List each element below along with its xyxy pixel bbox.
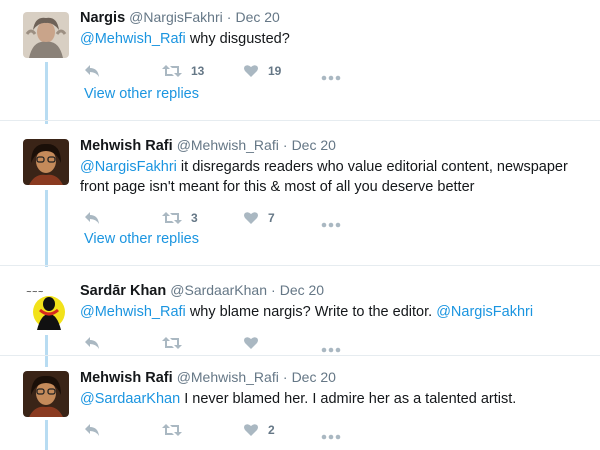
tweet-text: @NargisFakhri it disregards readers who …	[80, 157, 594, 197]
thread-line	[45, 420, 48, 450]
tweet-text-body: why disgusted?	[185, 31, 290, 47]
tweet-header: Mehwish Rafi @Mehwish_Rafi · Dec 20	[80, 368, 594, 387]
more-icon	[321, 222, 341, 228]
like-button[interactable]: 7	[243, 211, 275, 225]
tweet-actions: 2	[80, 423, 594, 443]
thread-line	[45, 190, 48, 267]
retweet-button[interactable]: 3	[162, 211, 198, 225]
conversation-thread: Nargis @NargisFakhri · Dec 20 @Mehwish_R…	[0, 0, 600, 450]
reply-button[interactable]	[84, 211, 100, 225]
divider	[0, 120, 600, 121]
like-button[interactable]: 19	[243, 64, 281, 78]
tweet-actions: 13 19	[80, 64, 594, 84]
more-icon	[321, 75, 341, 81]
retweet-button[interactable]	[162, 423, 191, 437]
more-options-button[interactable]	[321, 215, 341, 233]
user-handle[interactable]: @SardaarKhan	[170, 282, 267, 298]
avatar[interactable]	[23, 371, 69, 417]
tweet-date[interactable]: Dec 20	[292, 369, 336, 385]
reply-button[interactable]	[84, 336, 100, 350]
avatar[interactable]	[23, 12, 69, 58]
tweet-date[interactable]: Dec 20	[292, 137, 336, 153]
divider	[0, 265, 600, 266]
display-name[interactable]: Mehwish Rafi	[80, 370, 173, 386]
heart-icon	[244, 424, 258, 436]
reply-button[interactable]	[84, 64, 100, 78]
heart-icon	[244, 65, 258, 77]
mention-link[interactable]: @Mehwish_Rafi	[80, 304, 186, 320]
thread-line	[45, 335, 48, 367]
retweet-icon	[162, 212, 182, 224]
mention-link[interactable]: @NargisFakhri	[436, 304, 533, 320]
like-button[interactable]	[243, 336, 268, 350]
divider	[0, 355, 600, 356]
mention-link[interactable]: @Mehwish_Rafi	[80, 31, 186, 47]
mention-link[interactable]: @NargisFakhri	[80, 159, 177, 175]
like-count: 2	[268, 423, 275, 437]
svg-text:~~~: ~~~	[26, 288, 44, 296]
retweet-count: 13	[191, 64, 205, 78]
retweet-button[interactable]	[162, 336, 191, 350]
display-name[interactable]: Sardār Khan	[80, 283, 166, 299]
separator-dot: ·	[271, 282, 276, 298]
tweet-text: @SardaarKhan I never blamed her. I admir…	[80, 389, 594, 409]
mention-link[interactable]: @SardaarKhan	[80, 391, 180, 407]
separator-dot: ·	[282, 137, 288, 153]
more-options-button[interactable]	[321, 68, 341, 86]
tweet-text-body: I never blamed her. I admire her as a ta…	[180, 391, 517, 407]
separator-dot: ·	[282, 369, 288, 385]
user-handle[interactable]: @Mehwish_Rafi	[177, 369, 279, 385]
more-icon	[321, 347, 341, 353]
display-name[interactable]: Nargis	[80, 10, 125, 26]
user-handle[interactable]: @NargisFakhri	[129, 9, 223, 25]
retweet-icon	[162, 65, 182, 77]
more-options-button[interactable]	[321, 427, 341, 445]
heart-icon	[244, 337, 258, 349]
tweet-date[interactable]: Dec 20	[280, 282, 324, 298]
view-other-replies-link[interactable]: View other replies	[84, 231, 199, 247]
thread-line	[45, 62, 48, 124]
tweet-header: Mehwish Rafi @Mehwish_Rafi · Dec 20	[80, 136, 594, 155]
user-handle[interactable]: @Mehwish_Rafi	[177, 137, 279, 153]
tweet-actions: 3 7	[80, 211, 594, 231]
avatar[interactable]	[23, 139, 69, 185]
display-name[interactable]: Mehwish Rafi	[80, 138, 173, 154]
tweet-text: @Mehwish_Rafi why disgusted?	[80, 29, 594, 49]
retweet-icon	[162, 337, 182, 349]
retweet-count: 3	[191, 211, 198, 225]
more-icon	[321, 434, 341, 440]
tweet-date[interactable]: Dec 20	[235, 9, 279, 25]
tweet-actions	[80, 336, 594, 356]
like-button[interactable]: 2	[243, 423, 275, 437]
tweet-text-body: why blame nargis? Write to the editor.	[185, 304, 437, 320]
reply-icon	[85, 424, 99, 436]
tweet-text: @Mehwish_Rafi why blame nargis? Write to…	[80, 302, 594, 322]
separator-dot: ·	[226, 9, 232, 25]
view-other-replies-link[interactable]: View other replies	[84, 86, 199, 102]
heart-icon	[244, 212, 258, 224]
reply-button[interactable]	[84, 423, 100, 437]
tweet-header: Nargis @NargisFakhri · Dec 20	[80, 8, 594, 27]
reply-icon	[85, 65, 99, 77]
like-count: 19	[268, 64, 282, 78]
tweet-header: Sardār Khan @SardaarKhan · Dec 20	[80, 281, 594, 300]
reply-icon	[85, 337, 99, 349]
retweet-icon	[162, 424, 182, 436]
avatar[interactable]: ~~~	[23, 284, 69, 330]
reply-icon	[85, 212, 99, 224]
retweet-button[interactable]: 13	[162, 64, 204, 78]
like-count: 7	[268, 211, 275, 225]
